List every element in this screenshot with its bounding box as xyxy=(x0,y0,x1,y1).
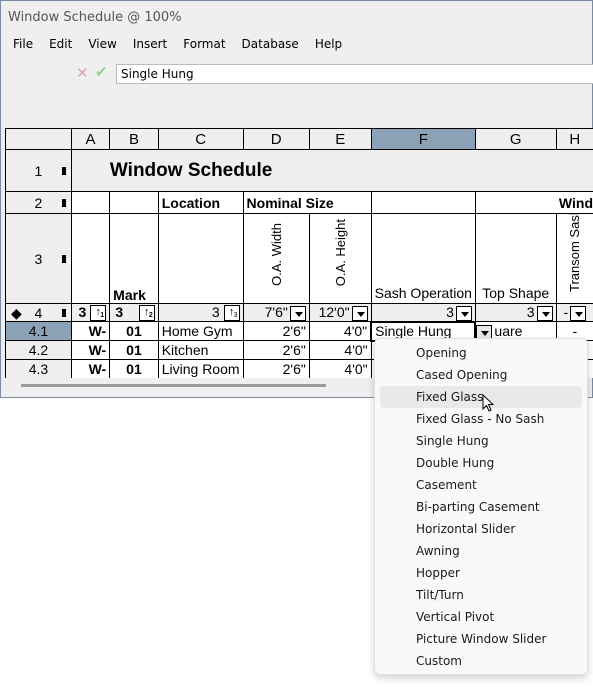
option-opening[interactable]: Opening xyxy=(380,342,582,364)
option-bi-parting-casement[interactable]: Bi-parting Casement xyxy=(380,496,582,518)
check-icon[interactable]: ✔ xyxy=(95,63,108,81)
menu-file[interactable]: File xyxy=(5,34,41,54)
cancel-icon[interactable]: ✕ xyxy=(76,64,89,82)
summary-h[interactable]: - xyxy=(555,302,593,323)
row-marker xyxy=(61,166,66,175)
row-marker xyxy=(61,254,66,263)
dropdown-arrow-icon[interactable] xyxy=(289,306,306,321)
nominal-size-header[interactable]: Nominal Size xyxy=(242,191,372,214)
window-header[interactable]: Wind xyxy=(474,191,593,214)
corner-cell[interactable] xyxy=(5,128,72,150)
row-header-4[interactable]: ◆ 4 xyxy=(5,302,72,323)
row-header-3[interactable]: 3 xyxy=(5,213,72,304)
option-single-hung[interactable]: Single Hung xyxy=(380,430,582,452)
cell[interactable] xyxy=(157,213,244,304)
sash-operation-dropdown: Opening Cased Opening Fixed Glass Fixed … xyxy=(374,338,588,675)
option-picture-window-slider[interactable]: Picture Window Slider xyxy=(380,628,582,650)
option-fixed-glass[interactable]: Fixed Glass xyxy=(380,386,582,408)
cell-b[interactable]: 01 xyxy=(109,340,159,361)
sort-arrow-icon[interactable]: ↑ 1 xyxy=(90,305,107,321)
menubar: File Edit View Insert Format Database He… xyxy=(1,34,592,54)
option-custom[interactable]: Custom xyxy=(380,650,582,672)
cell[interactable] xyxy=(370,191,476,214)
cell[interactable] xyxy=(70,213,111,304)
column-header-g[interactable]: G xyxy=(474,128,557,150)
summary-g[interactable]: 3 xyxy=(474,302,557,323)
column-header-e[interactable]: E xyxy=(308,128,372,150)
row-header-1[interactable]: 1 xyxy=(5,149,72,192)
column-header-d[interactable]: D xyxy=(242,128,310,150)
cell-location[interactable]: Home Gym xyxy=(157,321,244,342)
cell-a[interactable]: W- xyxy=(70,321,111,342)
cell-height[interactable]: 4'0" xyxy=(308,321,372,342)
row-header-4-1[interactable]: 4.1 xyxy=(5,321,72,342)
option-casement[interactable]: Casement xyxy=(380,474,582,496)
cell-height[interactable]: 4'0" xyxy=(308,359,372,378)
cell-edit-input[interactable] xyxy=(116,64,593,84)
cell-a[interactable]: W- xyxy=(70,359,111,378)
dropdown-arrow-icon[interactable] xyxy=(536,306,553,321)
column-header-a[interactable]: A xyxy=(70,128,111,150)
option-vertical-pivot[interactable]: Vertical Pivot xyxy=(380,606,582,628)
option-horizontal-slider[interactable]: Horizontal Slider xyxy=(380,518,582,540)
row-marker xyxy=(61,198,66,207)
cell-location[interactable]: Kitchen xyxy=(157,340,244,361)
summary-b[interactable]: 3 ↑ 2 xyxy=(109,302,159,323)
sort-arrow-icon[interactable]: ↑ 2 xyxy=(138,305,155,321)
summary-a[interactable]: 3 ↑ 1 xyxy=(70,302,111,323)
cell-b[interactable]: 01 xyxy=(109,321,159,342)
sort-arrow-icon[interactable]: ↑ 3 xyxy=(223,305,240,321)
option-double-hung[interactable]: Double Hung xyxy=(380,452,582,474)
summary-e[interactable]: 12'0" xyxy=(308,302,372,323)
edit-bar: ✕ ✔ xyxy=(1,59,593,89)
column-header-c[interactable]: C xyxy=(157,128,244,150)
menu-insert[interactable]: Insert xyxy=(125,34,175,54)
window-title: Window Schedule @ 100% xyxy=(1,1,592,34)
top-shape-header[interactable]: Top Shape xyxy=(474,213,557,304)
row-header-4-3[interactable]: 4.3 xyxy=(5,359,72,378)
horizontal-scrollbar[interactable] xyxy=(21,384,326,387)
cell-location[interactable]: Living Room xyxy=(157,359,244,378)
row-header-4-2[interactable]: 4.2 xyxy=(5,340,72,361)
cell-width[interactable]: 2'6" xyxy=(242,359,310,378)
summary-d[interactable]: 7'6" xyxy=(242,302,310,323)
cell-width[interactable]: 2'6" xyxy=(242,321,310,342)
cell[interactable] xyxy=(109,191,159,214)
oa-height-header[interactable]: O.A. Height xyxy=(308,213,372,304)
cell-width[interactable]: 2'6" xyxy=(242,340,310,361)
column-header-f[interactable]: F xyxy=(370,128,476,150)
row-marker xyxy=(61,308,66,317)
mark-header[interactable]: Mark xyxy=(109,213,159,304)
column-header-b[interactable]: B xyxy=(109,128,159,150)
location-header[interactable]: Location xyxy=(157,191,244,214)
menu-view[interactable]: View xyxy=(80,34,124,54)
schedule-title[interactable]: Window Schedule xyxy=(70,149,593,192)
diamond-icon: ◆ xyxy=(11,304,22,321)
cell-a[interactable]: W- xyxy=(70,340,111,361)
transom-sash-header[interactable]: Transom Sash xyxy=(555,213,593,304)
cell-b[interactable]: 01 xyxy=(109,359,159,378)
sash-operation-header[interactable]: Sash Operation xyxy=(370,213,476,304)
option-fixed-glass-no-sash[interactable]: Fixed Glass - No Sash xyxy=(380,408,582,430)
summary-c[interactable]: 3 ↑ 3 xyxy=(157,302,244,323)
dropdown-arrow-icon[interactable] xyxy=(570,306,587,321)
column-header-h[interactable]: H xyxy=(555,128,593,150)
option-awning[interactable]: Awning xyxy=(380,540,582,562)
cell-height[interactable]: 4'0" xyxy=(308,340,372,361)
menu-edit[interactable]: Edit xyxy=(41,34,80,54)
option-cased-opening[interactable]: Cased Opening xyxy=(380,364,582,386)
menu-help[interactable]: Help xyxy=(307,34,350,54)
dropdown-arrow-icon[interactable] xyxy=(351,306,368,321)
oa-width-header[interactable]: O.A. Width xyxy=(242,213,310,304)
dropdown-arrow-icon[interactable] xyxy=(455,305,472,321)
row-header-2[interactable]: 2 xyxy=(5,191,72,214)
option-hopper[interactable]: Hopper xyxy=(380,562,582,584)
menu-format[interactable]: Format xyxy=(175,34,233,54)
mouse-cursor-icon xyxy=(482,394,495,412)
option-tilt-turn[interactable]: Tilt/Turn xyxy=(380,584,582,606)
summary-f[interactable]: 3 xyxy=(370,302,476,323)
menu-database[interactable]: Database xyxy=(234,34,307,54)
cell[interactable] xyxy=(70,191,111,214)
